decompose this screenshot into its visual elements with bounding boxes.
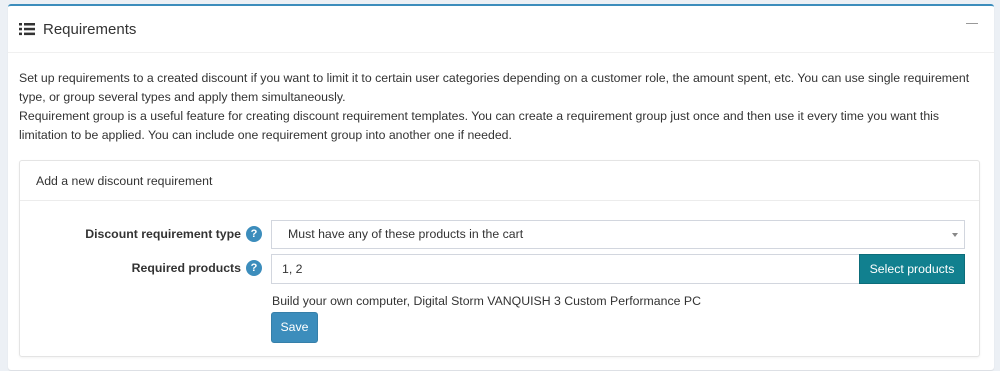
required-products-label: Required products	[131, 261, 241, 275]
description: Set up requirements to a created discoun…	[19, 69, 984, 145]
chevron-down-icon	[952, 233, 958, 237]
requirements-panel: Requirements Set up requirements to a cr…	[8, 4, 994, 370]
requirement-type-select[interactable]: Must have any of these products in the c…	[271, 220, 965, 249]
panel-header: Requirements	[8, 6, 994, 53]
requirement-type-label: Discount requirement type	[85, 227, 241, 241]
select-products-button[interactable]: Select products	[859, 254, 965, 284]
help-icon[interactable]: ?	[246, 260, 262, 276]
add-requirement-panel: Add a new discount requirement Discount …	[19, 160, 980, 357]
description-paragraph-1: Set up requirements to a created discoun…	[19, 71, 970, 104]
collapse-button[interactable]	[966, 16, 980, 30]
description-paragraph-2: Requirement group is a useful feature fo…	[19, 109, 940, 142]
help-icon[interactable]: ?	[246, 226, 262, 242]
save-button[interactable]: Save	[271, 312, 318, 343]
add-requirement-title: Add a new discount requirement	[20, 161, 979, 201]
required-products-row: Required products ? 1, 2 Select products	[20, 254, 979, 284]
requirement-type-row: Discount requirement type ? Must have an…	[20, 220, 979, 250]
list-icon	[19, 22, 35, 36]
selected-products-note: Build your own computer, Digital Storm V…	[272, 294, 701, 308]
panel-title: Requirements	[43, 20, 137, 38]
required-products-input[interactable]: 1, 2	[271, 254, 860, 284]
requirement-type-value: Must have any of these products in the c…	[288, 227, 524, 241]
